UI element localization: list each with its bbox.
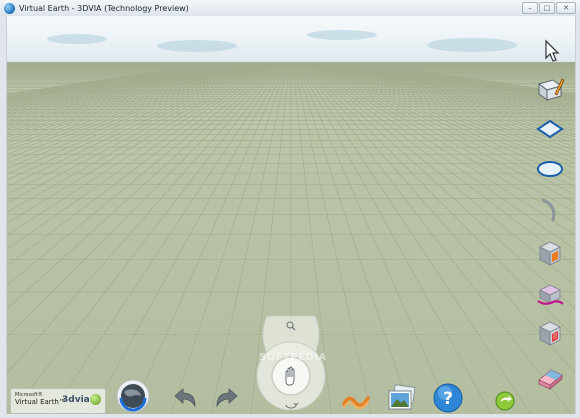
help-button[interactable]: ? (432, 382, 464, 414)
virtual-earth-label: Virtual Earth™ (15, 398, 66, 406)
cloud (47, 34, 107, 44)
globe-button[interactable] (115, 378, 151, 414)
globe-icon (116, 379, 150, 413)
arrow-cursor-icon (545, 39, 560, 62)
grid-line (7, 62, 274, 224)
minimize-button[interactable]: – (522, 2, 538, 14)
close-button[interactable]: ✕ (556, 2, 576, 14)
publish-icon (495, 391, 515, 411)
photo-icon (388, 384, 416, 410)
material-tool[interactable] (535, 318, 565, 348)
ellipse-icon (537, 161, 563, 177)
photo-button[interactable] (386, 384, 416, 412)
grid-line (7, 62, 232, 103)
select-tool[interactable] (537, 36, 567, 66)
draw-tool[interactable] (535, 74, 565, 104)
watermark-text: SOFTPEDIA (259, 352, 327, 363)
branding-logo: Microsoft® Virtual Earth™ 3dvia (10, 388, 106, 414)
arc-icon (541, 198, 556, 222)
3dvia-label: 3dvia (62, 395, 90, 405)
arc-tool[interactable] (535, 194, 565, 224)
3d-viewport[interactable]: SOFTPEDIA Microsoft® Virtual Earth™ 3dvi… (6, 16, 576, 414)
push-pull-icon (539, 241, 561, 266)
3dvia-logo-icon (90, 394, 101, 405)
grid-line (7, 62, 277, 267)
grid-line (7, 62, 235, 107)
window-title: Virtual Earth - 3DVIA (Technology Previe… (19, 3, 189, 13)
grid-line (7, 62, 272, 213)
grid-line (7, 62, 248, 124)
window-controls: – □ ✕ (522, 2, 576, 14)
undo-icon (174, 388, 196, 408)
cloud (307, 30, 377, 40)
title-bar[interactable]: Virtual Earth - 3DVIA (Technology Previe… (0, 0, 580, 16)
grid-line (7, 62, 229, 102)
cloud (157, 40, 237, 52)
grid-line (7, 62, 241, 113)
sky-backdrop (7, 16, 575, 62)
grid-line (7, 62, 230, 102)
rectangle-icon (536, 119, 564, 139)
grid-line (50, 62, 285, 414)
help-icon: ? (433, 383, 463, 413)
pencil-draw-icon (537, 78, 565, 101)
grid-line (7, 62, 279, 286)
bottom-toolbar: Microsoft® Virtual Earth™ 3dvia ? (7, 372, 575, 414)
redo-button[interactable] (213, 386, 241, 410)
undo-button[interactable] (171, 386, 199, 410)
push-pull-tool[interactable] (535, 238, 565, 268)
grid-line (7, 62, 228, 101)
grid-line (7, 62, 236, 108)
animation-icon (342, 396, 370, 410)
paint-bucket-icon (537, 284, 564, 305)
grid-line (7, 62, 247, 122)
animation-button[interactable] (341, 390, 371, 412)
grid-line (297, 62, 532, 414)
paint-tool[interactable] (535, 278, 565, 308)
application-window: Virtual Earth - 3DVIA (Technology Previe… (0, 0, 580, 418)
material-icon (539, 321, 561, 346)
redo-icon (216, 388, 238, 408)
maximize-button[interactable]: □ (539, 2, 555, 14)
cloud (427, 38, 517, 52)
grid-line (7, 62, 275, 236)
grid-line (7, 62, 233, 105)
app-globe-icon (4, 2, 15, 14)
grid-line (7, 62, 244, 116)
svg-text:?: ? (443, 389, 453, 409)
ellipse-tool[interactable] (535, 154, 565, 184)
publish-button[interactable] (494, 390, 516, 412)
rectangle-tool[interactable] (535, 114, 565, 144)
